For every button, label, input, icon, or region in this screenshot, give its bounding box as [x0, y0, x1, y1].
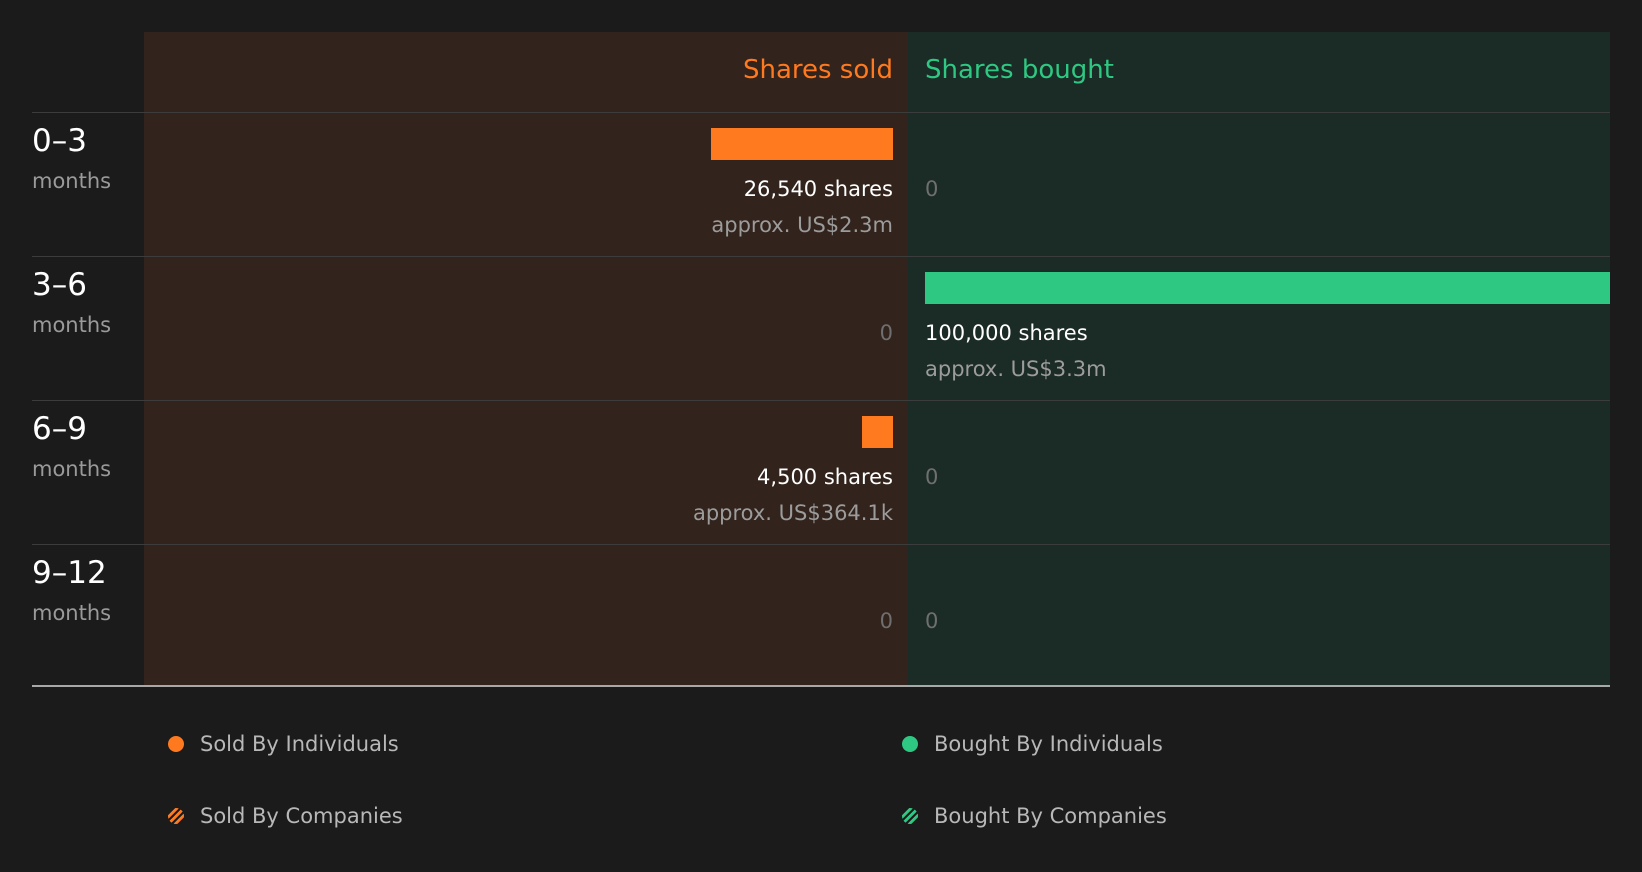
bought-zero-label: 0: [925, 177, 939, 201]
bought-bar: [925, 272, 1610, 304]
row-separator: [32, 256, 1610, 257]
shares-sold-header: Shares sold: [742, 55, 893, 85]
sold-shares-label: 4,500 shares: [757, 465, 893, 489]
bought-zero-label: 0: [925, 465, 939, 489]
legend-label: Sold By Companies: [200, 804, 403, 828]
row-separator: [32, 400, 1610, 401]
solid-dot-icon: [902, 736, 918, 752]
insider-trading-chart: Shares sold Shares bought 0–3 months 26,54…: [0, 0, 1642, 872]
row-range: 9–12: [32, 555, 107, 591]
bought-zero-label: 0: [925, 609, 939, 633]
sold-bar: [711, 128, 893, 160]
chart-baseline: [32, 685, 1610, 687]
row-range: 6–9: [32, 411, 87, 447]
row-unit: months: [32, 313, 112, 337]
bought-value-label: approx. US$3.3m: [925, 357, 1107, 381]
bought-shares-label: 100,000 shares: [925, 321, 1088, 345]
solid-dot-icon: [168, 736, 184, 752]
row-range: 0–3: [32, 123, 87, 159]
sold-value-label: approx. US$364.1k: [692, 501, 893, 525]
legend-label: Bought By Individuals: [934, 732, 1163, 756]
row-separator: [32, 544, 1610, 545]
hatched-swatch-icon: [902, 808, 918, 824]
sold-zero-label: 0: [879, 321, 893, 345]
legend-label: Sold By Individuals: [200, 732, 399, 756]
sold-value-label: approx. US$2.3m: [711, 213, 893, 237]
row-label: 0–3 months: [32, 122, 111, 194]
row-range: 3–6: [32, 267, 87, 303]
legend-label: Bought By Companies: [934, 804, 1167, 828]
row-unit: months: [32, 601, 112, 625]
sold-bar: [862, 416, 893, 448]
row-unit: months: [32, 457, 112, 481]
hatched-swatch-icon: [168, 808, 184, 824]
row-label: 6–9 months: [32, 410, 111, 482]
row-label: 9–12 months: [32, 554, 111, 626]
row-unit: months: [32, 169, 112, 193]
header-separator: [32, 112, 1610, 113]
shares-bought-header: Shares bought: [925, 55, 1114, 85]
sold-zero-label: 0: [879, 609, 893, 633]
row-label: 3–6 months: [32, 266, 111, 338]
sold-shares-label: 26,540 shares: [743, 177, 893, 201]
